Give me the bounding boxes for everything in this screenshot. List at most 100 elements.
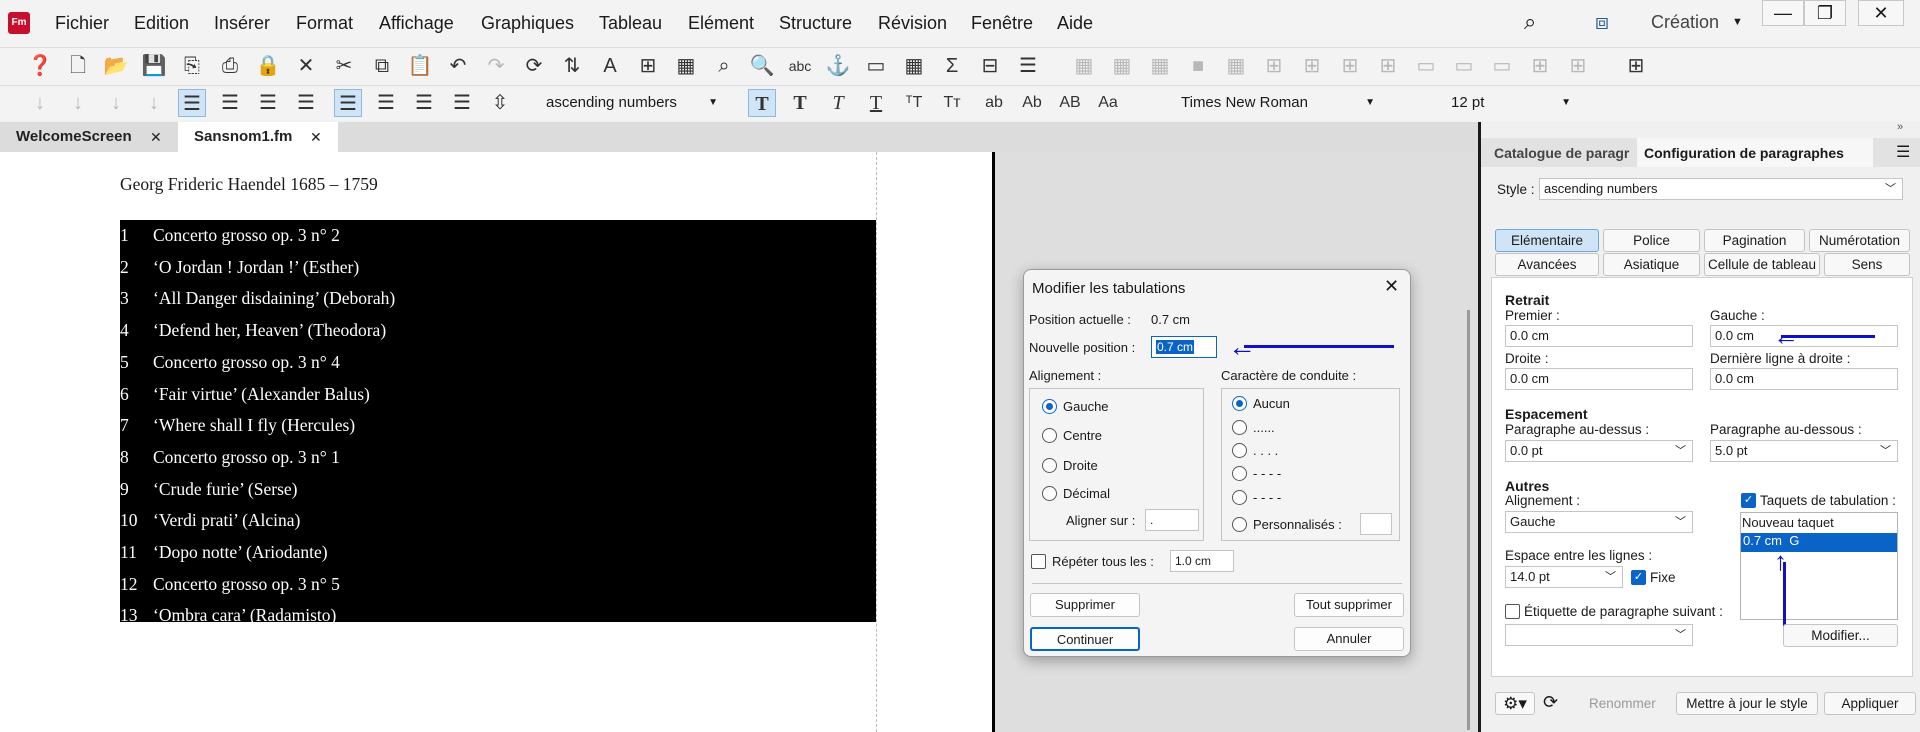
tabstops-list[interactable]: Nouveau taquet 0.7 cm G bbox=[1740, 512, 1898, 620]
workspace-icon[interactable]: ⧈ bbox=[1595, 9, 1609, 35]
menu-graphiques[interactable]: Graphiques bbox=[481, 13, 574, 34]
derniere-input[interactable]: 0.0 cm bbox=[1710, 368, 1898, 390]
menu-fenetre[interactable]: Fenêtre bbox=[971, 13, 1033, 34]
continue-button[interactable]: Continuer bbox=[1030, 627, 1140, 651]
italic-icon[interactable]: T bbox=[824, 89, 852, 117]
list-item[interactable]: 2 ‘O Jordan ! Jordan !’ (Esther) bbox=[120, 257, 820, 281]
smallcaps-icon[interactable]: Aa bbox=[1094, 89, 1122, 117]
tab-paragraph-catalog[interactable]: Catalogue de paragr bbox=[1494, 145, 1629, 161]
subtab-numerotation[interactable]: Numérotation bbox=[1809, 229, 1910, 252]
grid-icon[interactable]: ▦ bbox=[672, 52, 700, 80]
table-fill-icon[interactable]: ■ bbox=[1184, 52, 1212, 80]
list-item[interactable]: 12 Concerto grosso op. 3 n° 5 bbox=[120, 574, 820, 598]
tab-left-icon[interactable]: ↓ bbox=[26, 89, 54, 117]
delete-all-button[interactable]: Tout supprimer bbox=[1294, 593, 1404, 617]
list-item-selected[interactable]: 0.7 cm G bbox=[1741, 533, 1897, 552]
vertical-scrollbar[interactable] bbox=[1467, 310, 1470, 730]
minimize-button[interactable]: — bbox=[1762, 0, 1804, 26]
variable-icon[interactable]: ⊟ bbox=[976, 52, 1004, 80]
close-icon[interactable]: ✕ bbox=[292, 52, 320, 80]
font-select[interactable]: Times New Roman ▼ bbox=[1181, 90, 1375, 116]
list-item[interactable]: 9 ‘Crude furie’ (Serse) bbox=[120, 479, 820, 503]
cut-icon[interactable]: ✂ bbox=[330, 52, 358, 80]
table-insert-col-icon[interactable]: ⊞ bbox=[1374, 52, 1402, 80]
list-item[interactable]: 5 Concerto grosso op. 3 n° 4 bbox=[120, 352, 820, 376]
update-style-button[interactable]: Mettre à jour le style bbox=[1676, 692, 1818, 715]
menu-fichier[interactable]: Fichier bbox=[55, 13, 109, 34]
workspace-select[interactable]: Création bbox=[1651, 12, 1719, 33]
list-item[interactable]: 8 Concerto grosso op. 3 n° 1 bbox=[120, 447, 820, 471]
restore-button[interactable]: ❐ bbox=[1804, 0, 1846, 26]
gear-icon[interactable]: ⚙▾ bbox=[1495, 692, 1535, 715]
repeat-checkbox[interactable] bbox=[1031, 554, 1046, 569]
spacing-onehalf-icon[interactable]: ☰ bbox=[372, 89, 400, 117]
subscript-icon[interactable]: Tᴛ bbox=[938, 89, 966, 117]
superscript-icon[interactable]: ᵀT bbox=[900, 89, 928, 117]
list-item[interactable]: 4 ‘Defend her, Heaven’ (Theodora) bbox=[120, 320, 820, 344]
list-item[interactable]: 1 Concerto grosso op. 3 n° 2 bbox=[120, 225, 820, 249]
line-spacing-select[interactable]: 14.0 pt ﹀ bbox=[1505, 566, 1623, 588]
radio-leader-spaced-dashes[interactable] bbox=[1232, 490, 1247, 505]
radio-decimal[interactable] bbox=[1042, 486, 1057, 501]
zoom-icon[interactable]: 🔍 bbox=[748, 52, 776, 80]
new-file-icon[interactable]: 🗋 bbox=[64, 52, 92, 80]
anchor-icon[interactable]: ⚓ bbox=[824, 52, 852, 80]
tab-decimal-icon[interactable]: ↓ bbox=[140, 89, 168, 117]
lock-icon[interactable]: 🔒 bbox=[254, 52, 282, 80]
menu-aide[interactable]: Aide bbox=[1057, 13, 1093, 34]
lowercase-icon[interactable]: ab bbox=[980, 89, 1008, 117]
table-footer-icon[interactable]: ▭ bbox=[1488, 52, 1516, 80]
char-default-icon[interactable]: T bbox=[748, 89, 776, 117]
list-item[interactable]: 13 ‘Ombra cara’ (Radamisto) bbox=[120, 605, 820, 629]
save-icon[interactable]: 💾 bbox=[140, 52, 168, 80]
radio-leader-dashes[interactable] bbox=[1232, 466, 1247, 481]
close-icon[interactable]: ✕ bbox=[1384, 276, 1399, 297]
fixed-checkbox[interactable]: ✓ bbox=[1631, 570, 1646, 585]
table-row-icon[interactable]: ▦ bbox=[1070, 52, 1098, 80]
modify-button[interactable]: Modifier... bbox=[1783, 624, 1898, 647]
spacing-single-icon[interactable]: ☰ bbox=[334, 89, 362, 117]
subtab-cellule-tableau[interactable]: Cellule de tableau bbox=[1704, 253, 1820, 276]
numbered-list-icon[interactable]: ☰ bbox=[1014, 52, 1042, 80]
subtab-police[interactable]: Police bbox=[1603, 229, 1700, 252]
underline-icon[interactable]: T bbox=[862, 89, 890, 117]
list-item[interactable]: 10 ‘Verdi prati’ (Alcina) bbox=[120, 510, 820, 534]
font-size-icon[interactable]: A bbox=[596, 52, 624, 80]
list-item[interactable]: 6 ‘Fair virtue’ (Alexander Balus) bbox=[120, 384, 820, 408]
delete-button[interactable]: Supprimer bbox=[1030, 593, 1140, 617]
spacing-custom-icon[interactable]: ☰ bbox=[448, 89, 476, 117]
styles-icon[interactable]: ⊞ bbox=[634, 52, 662, 80]
undo-icon[interactable]: ↶ bbox=[444, 52, 472, 80]
table-insert-icon[interactable]: ⊞ bbox=[1298, 52, 1326, 80]
subtab-avancees[interactable]: Avancées bbox=[1495, 253, 1599, 276]
radio-droite[interactable] bbox=[1042, 458, 1057, 473]
print-icon[interactable]: ⎙ bbox=[216, 52, 244, 80]
table-add-icon[interactable]: ⊞ bbox=[1260, 52, 1288, 80]
radio-leader-spaced-dots[interactable] bbox=[1232, 443, 1247, 458]
table-header-icon[interactable]: ▭ bbox=[1412, 52, 1440, 80]
menu-edition[interactable]: Edition bbox=[134, 13, 189, 34]
spacing-double-icon[interactable]: ☰ bbox=[410, 89, 438, 117]
next-tag-select[interactable]: ﹀ bbox=[1505, 624, 1693, 646]
spellcheck-icon[interactable]: abc bbox=[786, 52, 814, 80]
list-item[interactable]: 11 ‘Dopo notte’ (Ariodante) bbox=[120, 542, 820, 566]
custom-leader-input[interactable] bbox=[1360, 513, 1392, 535]
align-justify-icon[interactable]: ☰ bbox=[292, 89, 320, 117]
menu-affichage[interactable]: Affichage bbox=[379, 13, 454, 34]
tabstops-checkbox[interactable]: ✓ bbox=[1741, 493, 1756, 508]
table-icon[interactable]: ▦ bbox=[900, 52, 928, 80]
repeat-input[interactable]: 1.0 cm bbox=[1170, 550, 1234, 572]
menu-tableau[interactable]: Tableau bbox=[599, 13, 662, 34]
subtab-asiatique[interactable]: Asiatique bbox=[1603, 253, 1700, 276]
style-select[interactable]: ascending numbers ﹀ bbox=[1539, 178, 1903, 200]
table-border-icon[interactable]: ▦ bbox=[1222, 52, 1250, 80]
list-item[interactable]: 3 ‘All Danger disdaining’ (Deborah) bbox=[120, 288, 820, 312]
find-icon[interactable]: ⌕ bbox=[710, 52, 738, 80]
selected-text-block[interactable]: 1 Concerto grosso op. 3 n° 2 2 ‘O Jordan ! … bbox=[120, 220, 876, 625]
search-icon[interactable]: ⌕ bbox=[1524, 9, 1536, 35]
save-as-icon[interactable]: ⎘ bbox=[178, 52, 206, 80]
radio-custom[interactable] bbox=[1232, 517, 1247, 532]
subtab-sens[interactable]: Sens bbox=[1824, 253, 1910, 276]
align-right-icon[interactable]: ☰ bbox=[254, 89, 282, 117]
size-select[interactable]: 12 pt ▼ bbox=[1451, 90, 1571, 116]
